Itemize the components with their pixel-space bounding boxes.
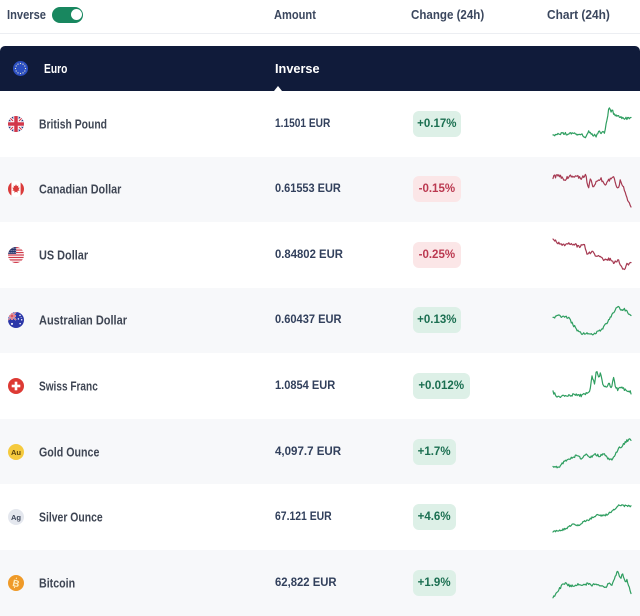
- svg-text:Au: Au: [10, 448, 20, 457]
- svg-text:Ag: Ag: [10, 513, 20, 522]
